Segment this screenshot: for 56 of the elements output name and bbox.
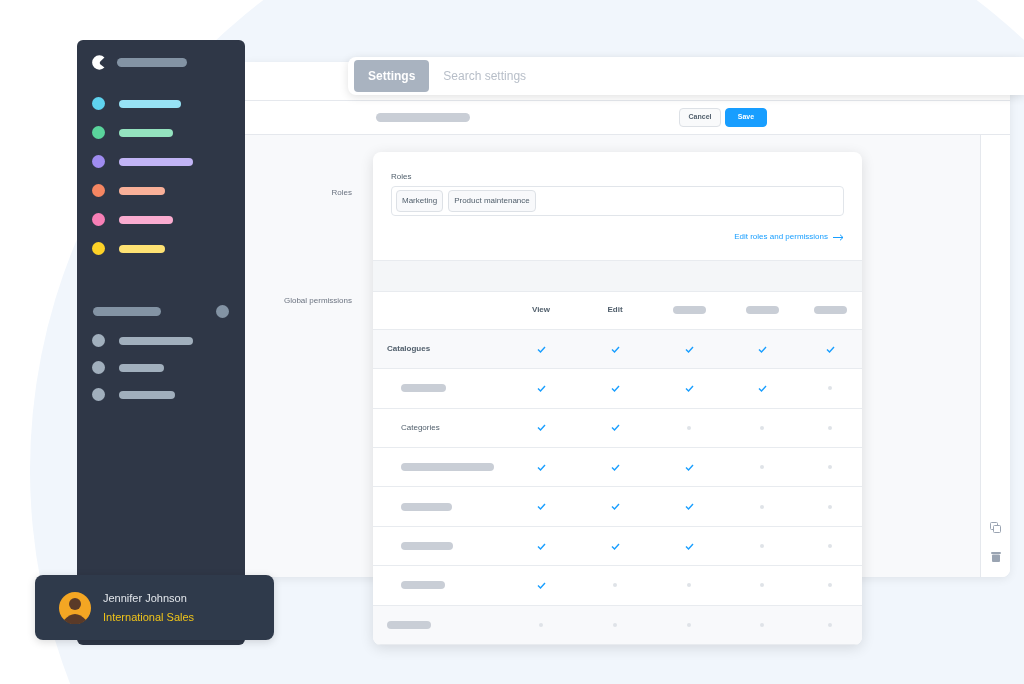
role-tag[interactable]: Product maintenance bbox=[448, 190, 536, 212]
check-icon[interactable] bbox=[610, 345, 620, 353]
check-icon[interactable] bbox=[536, 463, 546, 471]
check-icon[interactable] bbox=[610, 503, 620, 511]
field-label: Global permissions bbox=[283, 295, 352, 307]
field-label: Roles bbox=[331, 187, 352, 199]
check-icon[interactable] bbox=[684, 542, 694, 550]
text-placeholder bbox=[119, 390, 175, 399]
header-placeholder bbox=[813, 306, 847, 315]
check-icon[interactable] bbox=[536, 581, 546, 589]
logo-icon bbox=[90, 54, 107, 71]
check-icon[interactable] bbox=[610, 463, 620, 471]
header-placeholder bbox=[672, 306, 706, 315]
avatar bbox=[59, 591, 91, 624]
check-icon[interactable] bbox=[536, 345, 546, 353]
check-icon[interactable] bbox=[610, 384, 620, 392]
column-header: View bbox=[531, 304, 551, 317]
check-icon[interactable] bbox=[757, 345, 767, 353]
header-placeholder bbox=[745, 306, 779, 315]
copy-icon[interactable] bbox=[990, 522, 1001, 533]
row-label: Categories bbox=[401, 421, 440, 434]
check-icon[interactable] bbox=[684, 384, 694, 392]
text-placeholder bbox=[119, 128, 173, 137]
text-placeholder bbox=[401, 581, 445, 590]
text-placeholder bbox=[117, 58, 187, 67]
text-placeholder bbox=[401, 502, 452, 511]
row-label: Catalogues bbox=[387, 343, 431, 356]
text-placeholder bbox=[401, 384, 446, 393]
text-placeholder bbox=[93, 307, 161, 316]
column-header: Edit bbox=[607, 304, 623, 317]
check-icon[interactable] bbox=[536, 384, 546, 392]
field-label: Roles bbox=[391, 171, 413, 183]
user-role: International Sales bbox=[103, 609, 195, 625]
user-name: Jennifer Johnson bbox=[103, 591, 188, 606]
trash-icon[interactable] bbox=[990, 551, 1001, 562]
check-icon[interactable] bbox=[536, 542, 546, 550]
text-placeholder bbox=[119, 186, 165, 195]
check-icon[interactable] bbox=[610, 542, 620, 550]
text-placeholder bbox=[401, 542, 453, 550]
text-placeholder bbox=[387, 620, 431, 629]
text-placeholder bbox=[119, 363, 164, 372]
arrow-icon bbox=[833, 233, 844, 241]
roles-field[interactable]: Marketing Product maintenance bbox=[391, 186, 844, 216]
check-icon[interactable] bbox=[825, 345, 835, 353]
check-icon[interactable] bbox=[684, 345, 694, 353]
text-placeholder bbox=[119, 244, 165, 253]
check-icon[interactable] bbox=[757, 384, 767, 392]
check-icon[interactable] bbox=[610, 424, 620, 432]
check-icon[interactable] bbox=[684, 503, 694, 511]
check-icon[interactable] bbox=[536, 424, 546, 432]
text-placeholder bbox=[119, 99, 181, 108]
role-tag[interactable]: Marketing bbox=[396, 190, 444, 212]
check-icon[interactable] bbox=[684, 463, 694, 471]
search-field[interactable]: Search settings bbox=[443, 67, 744, 85]
check-icon[interactable] bbox=[536, 503, 546, 511]
text-placeholder bbox=[119, 215, 173, 224]
